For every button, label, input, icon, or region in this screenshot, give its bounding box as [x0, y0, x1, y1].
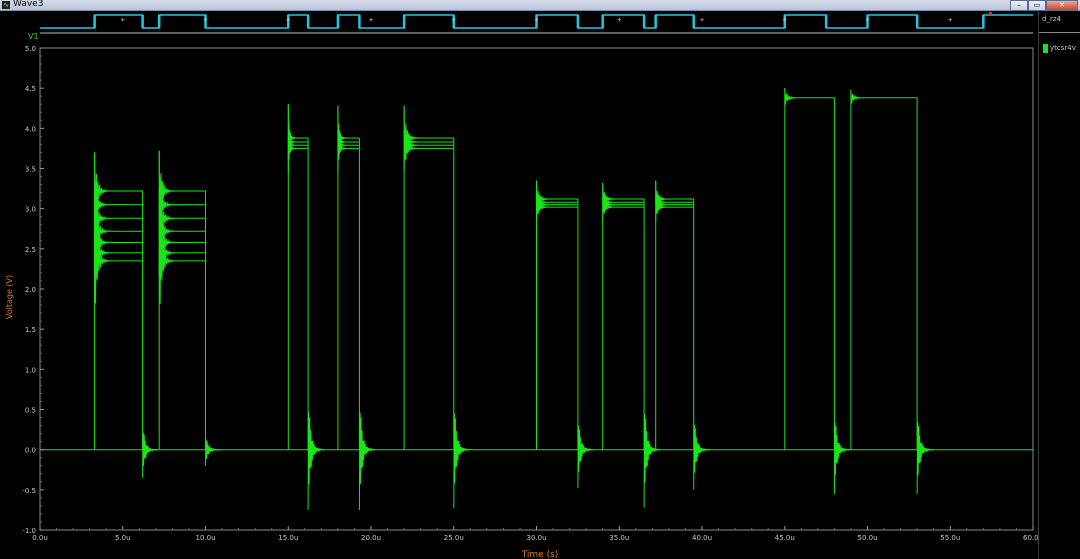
undershoot-ring — [577, 425, 594, 489]
lane-marker: + — [369, 16, 373, 24]
pulse-level — [158, 186, 206, 228]
y-tick-label: 5.0 — [25, 45, 36, 53]
cursor-marker — [988, 12, 992, 15]
undershoot-ring — [693, 424, 710, 490]
x-tick-label: 20.0u — [361, 534, 381, 542]
lane-marker: + — [121, 16, 125, 24]
y-tick-label: 1.5 — [25, 326, 36, 334]
x-tick-label: 25.0u — [444, 534, 464, 542]
x-tick-label: 40.0u — [692, 534, 712, 542]
restore-button[interactable]: ▭ — [1028, 0, 1046, 11]
y-axis: -1.0-0.50.00.51.01.52.02.53.03.54.04.55.… — [22, 45, 44, 535]
pulse-level — [94, 152, 143, 218]
pulse-level — [536, 196, 578, 222]
x-tick-label: 55.0u — [940, 534, 960, 542]
x-tick-label: 45.0u — [775, 534, 795, 542]
y-tick-label: 0.0 — [25, 447, 36, 455]
pulse-level — [158, 206, 206, 276]
legend-swatch — [1043, 44, 1048, 53]
lane-marker: + — [617, 16, 621, 24]
x-tick-label: 10.0u — [195, 534, 215, 542]
lane-marker: + — [948, 16, 952, 24]
y-tick-label: 3.0 — [25, 206, 36, 214]
y-tick-label: 4.0 — [25, 125, 36, 133]
pulse-level — [337, 105, 360, 161]
panel-divider — [1039, 32, 1080, 33]
lane-marker: + — [452, 16, 456, 24]
y-tick-label: 0.5 — [25, 407, 36, 415]
undershoot-ring — [358, 412, 376, 510]
pulse-level — [158, 201, 206, 246]
y-tick-label: -0.5 — [22, 487, 36, 495]
lane-marker: + — [865, 16, 869, 24]
x-tick-label: 50.0u — [857, 534, 877, 542]
undershoot-ring — [833, 422, 851, 494]
lane-marker: + — [286, 16, 290, 24]
x-tick-label: 15.0u — [278, 534, 298, 542]
y-tick-label: 2.0 — [25, 286, 36, 294]
pulse-level — [655, 196, 694, 222]
signal-panel: d_rz4 ytcsr4v — [1038, 11, 1080, 559]
undershoot-ring — [142, 432, 159, 478]
pulse-level — [403, 105, 454, 161]
pulse-level — [94, 187, 143, 227]
undershoot-ring — [643, 413, 661, 508]
minimize-button[interactable]: – — [1010, 0, 1028, 11]
undershoot-ring — [307, 412, 325, 510]
digital-lane: + + + + + + + + + + + — [40, 12, 1033, 34]
window-title: Wave3 — [13, 0, 44, 9]
y-tick-label: 2.5 — [25, 246, 36, 254]
waveform-plot[interactable]: + + + + + + + + + + + -1.0-0.50.00.51.01.52.02.53.… — [0, 11, 1038, 559]
lane-marker: + — [203, 16, 207, 24]
pulse-level — [158, 150, 206, 219]
y-tick-label: 1.0 — [25, 366, 36, 374]
pulse-level — [602, 182, 645, 211]
close-button[interactable]: ✕ — [1046, 0, 1078, 11]
undershoot-ring — [453, 413, 470, 509]
analog-trace — [40, 88, 1033, 510]
x-tick-label: 30.0u — [526, 534, 546, 542]
pulse-level — [94, 201, 143, 245]
undershoot-ring — [916, 422, 934, 494]
window-titlebar: ∿ Wave3 – ▭ ✕ — [0, 0, 1080, 11]
x-tick-label: 35.0u — [609, 534, 629, 542]
digital-signal-name[interactable]: d_rz4 — [1042, 15, 1061, 23]
legend-label[interactable]: ytcsr4v — [1050, 44, 1076, 52]
x-tick-label: 60.0u — [1023, 534, 1038, 542]
pulse-level — [287, 104, 309, 162]
x-tick-label: 5.0u — [115, 534, 131, 542]
lane-marker: + — [534, 16, 538, 24]
pulse-level — [602, 197, 645, 221]
app-icon: ∿ — [2, 1, 10, 9]
lane-marker: + — [700, 16, 704, 24]
pulse-level — [158, 199, 206, 275]
y-axis-label: Voltage (V) — [5, 275, 14, 319]
y-tick-label: 3.5 — [25, 166, 36, 174]
x-axis-label: Time (s) — [521, 550, 559, 559]
pulse-level — [784, 88, 835, 105]
y-tick-label: 4.5 — [25, 85, 36, 93]
undershoot-ring — [205, 439, 222, 466]
x-tick-label: 0.0u — [32, 534, 48, 542]
x-axis: 0.0u 5.0u 10.0u 15.0u 20.0u 25.0u 30.0u 35.0u 40… — [32, 526, 1038, 542]
panel-label: V1 — [28, 32, 39, 41]
pulse-level — [850, 89, 918, 104]
lane-marker: + — [783, 16, 787, 24]
